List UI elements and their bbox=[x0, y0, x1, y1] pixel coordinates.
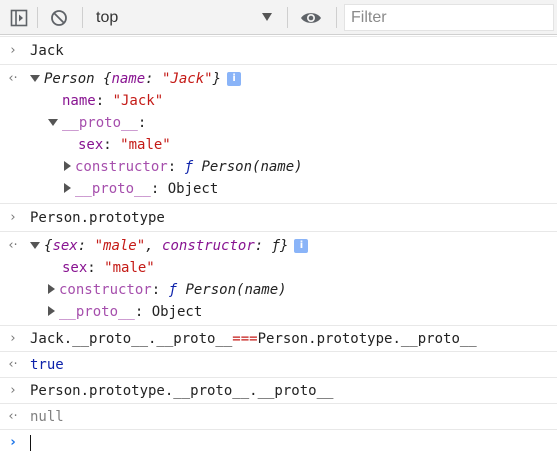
output-return-icon: ‹· bbox=[8, 357, 18, 372]
input-prompt-icon: › bbox=[10, 383, 16, 398]
input-prompt-icon: › bbox=[10, 43, 16, 58]
input-text: Jack bbox=[30, 43, 64, 59]
context-selector[interactable]: top bbox=[88, 0, 278, 35]
clear-console-icon bbox=[51, 9, 67, 26]
info-icon[interactable]: i bbox=[294, 239, 309, 253]
property-row: name: "Jack" bbox=[62, 93, 164, 109]
property-key: name bbox=[62, 93, 96, 109]
input-text: Person.prototype.__proto__.__proto__ bbox=[30, 383, 334, 399]
input-prompt-icon: › bbox=[10, 331, 16, 346]
collapsed-triangle-icon bbox=[48, 284, 55, 294]
input-prompt-icon: › bbox=[10, 210, 16, 225]
eye-icon bbox=[301, 12, 321, 23]
constructor-key: constructor bbox=[59, 282, 152, 298]
collapsed-triangle-icon bbox=[48, 306, 55, 316]
proto-row[interactable]: __proto__: bbox=[48, 112, 146, 134]
chevron-down-icon bbox=[262, 13, 272, 21]
object-label: Object bbox=[151, 304, 203, 320]
console-output-entry: ‹· Person {name: "Jack"} i name: "Jack" _… bbox=[0, 64, 557, 203]
property-key: sex bbox=[78, 137, 104, 153]
text-caret bbox=[30, 435, 31, 451]
proto-row[interactable]: __proto__: Object bbox=[64, 178, 218, 200]
info-icon[interactable]: i bbox=[227, 72, 242, 86]
property-value: "male" bbox=[120, 137, 171, 153]
function-symbol: ƒ bbox=[168, 282, 178, 298]
input-text: Person.prototype bbox=[30, 210, 165, 226]
proto-key: __proto__ bbox=[75, 181, 151, 197]
constructor-row[interactable]: constructor: ƒ Person(name) bbox=[48, 279, 287, 301]
proto-key: __proto__ bbox=[62, 115, 138, 131]
object-summary[interactable]: {sex: "male", constructor: ƒ} i bbox=[30, 235, 309, 257]
console-input-entry: › Jack.__proto__.__proto__===Person.prot… bbox=[0, 325, 557, 351]
live-expression-button[interactable] bbox=[295, 0, 327, 35]
console-input-entry: › Person.prototype bbox=[0, 203, 557, 231]
expand-triangle-icon bbox=[48, 118, 58, 126]
constructor-key: constructor bbox=[75, 159, 168, 175]
property-value: "Jack" bbox=[112, 93, 164, 109]
function-signature: Person(name) bbox=[185, 282, 287, 298]
result-value: null bbox=[30, 409, 64, 425]
object-summary[interactable]: Person {name: "Jack"} i bbox=[30, 68, 242, 90]
object-value: "male" bbox=[94, 238, 146, 254]
function-signature: Person(name) bbox=[201, 159, 303, 175]
property-row: sex: "male" bbox=[62, 260, 155, 276]
expand-triangle-icon bbox=[30, 241, 40, 249]
property-row: sex: "male" bbox=[78, 137, 171, 153]
collapsed-triangle-icon bbox=[64, 161, 71, 171]
object-key: constructor bbox=[162, 238, 255, 254]
prompt-chevron-icon: › bbox=[10, 435, 16, 450]
object-value: "Jack" bbox=[162, 71, 213, 87]
output-return-icon: ‹· bbox=[8, 409, 18, 424]
sidebar-toggle-icon bbox=[10, 9, 28, 26]
clear-console-button[interactable] bbox=[44, 0, 74, 35]
output-return-icon: ‹· bbox=[8, 71, 18, 86]
console-input-entry: › Jack bbox=[0, 36, 557, 64]
proto-row[interactable]: __proto__: Object bbox=[48, 301, 202, 323]
property-value: "male" bbox=[104, 260, 155, 276]
object-class-name: Person bbox=[44, 71, 95, 87]
console-output-entry: ‹· true bbox=[0, 351, 557, 377]
constructor-row[interactable]: constructor: ƒ Person(name) bbox=[64, 156, 303, 178]
proto-key: __proto__ bbox=[59, 304, 135, 320]
console-input-field[interactable] bbox=[30, 432, 31, 454]
collapsed-triangle-icon bbox=[64, 183, 71, 193]
object-label: Object bbox=[167, 181, 219, 197]
object-key: sex bbox=[52, 238, 78, 254]
console-output-entry: ‹· {sex: "male", constructor: ƒ} i sex: "… bbox=[0, 231, 557, 325]
console-output-entry: ‹· null bbox=[0, 403, 557, 429]
filter-input[interactable] bbox=[344, 4, 554, 31]
object-key: name bbox=[111, 71, 146, 87]
input-text: Jack.__proto__.__proto__===Person.protot… bbox=[30, 331, 477, 347]
console-prompt[interactable]: › bbox=[0, 429, 557, 456]
output-return-icon: ‹· bbox=[8, 238, 18, 253]
result-value: true bbox=[30, 357, 64, 373]
context-label: top bbox=[96, 8, 119, 26]
property-key: sex bbox=[62, 260, 88, 276]
console-input-entry: › Person.prototype.__proto__.__proto__ bbox=[0, 377, 557, 403]
expand-triangle-icon bbox=[30, 74, 40, 82]
function-symbol: ƒ bbox=[184, 159, 194, 175]
console-toolbar: top bbox=[0, 0, 557, 35]
function-symbol: ƒ bbox=[271, 238, 281, 254]
show-sidebar-button[interactable] bbox=[4, 0, 34, 35]
